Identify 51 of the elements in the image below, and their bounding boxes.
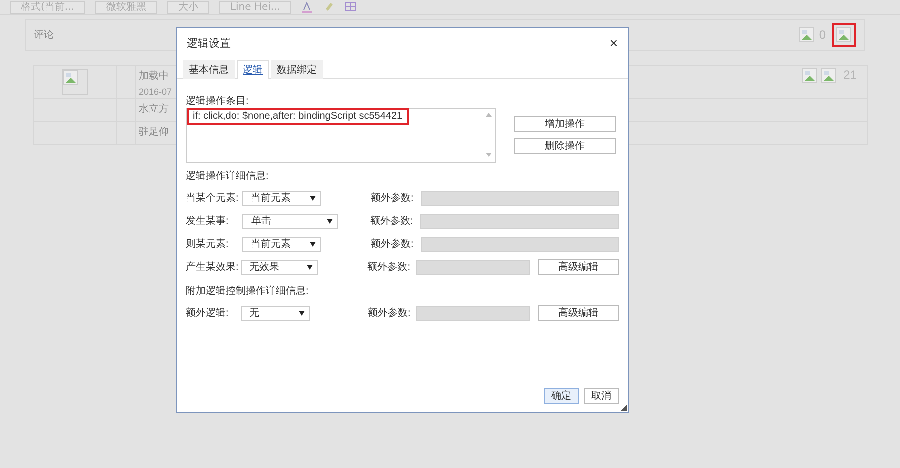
feed-date: 2016-07 [139,87,172,97]
entry-action-button[interactable]: 删除操作 [514,138,616,154]
dialog-title: 逻辑设置 [187,36,232,50]
field-label: 当某个元素: [186,192,240,205]
caret-icon [310,196,316,200]
advanced-edit-button[interactable]: 高级编辑 [538,305,619,321]
field-label: 则某元素: [186,238,230,251]
feed-title: 水立方 [139,102,169,116]
highlighter-icon[interactable] [323,1,336,13]
caret-icon [327,218,334,224]
image-icon-frame[interactable] [832,23,856,47]
caret-icon [310,242,316,246]
section-label: 附加逻辑控制操作详细信息: [186,286,309,297]
broken-image-icon [799,27,816,43]
field-label: 额外参数: [371,238,415,251]
dropdown[interactable]: 当前元素 [242,190,321,206]
field-label: 产生某效果: [186,260,240,274]
dropdown[interactable]: 当前元素 [242,236,321,252]
dropdown[interactable]: 无效果 [240,260,318,274]
entries-listbox[interactable]: if: click,do: $none,after: bindingScript sc554421 [186,108,496,163]
list-entry[interactable]: if: click,do: $none,after: bindingScript sc554421 [187,108,409,125]
field-label: 额外逻辑: [186,306,230,320]
section-label: 逻辑操作条目: [186,94,250,108]
dialog-button[interactable]: 确定 [544,388,579,404]
dialog-button[interactable]: 取消 [584,388,619,404]
tab[interactable]: 数据绑定 [271,60,323,79]
field-label: 额外参数: [368,260,412,274]
font-color-icon[interactable] [301,1,314,13]
section-label: 逻辑操作详细信息: [186,171,269,182]
caret-icon [306,264,313,270]
feed-title: 驻足仰 [139,126,169,139]
field-label: 额外参数: [371,192,415,205]
broken-image-icon [802,68,818,84]
tab[interactable]: 基本信息 [183,60,235,79]
broken-image-icon [836,27,852,43]
dropdown[interactable]: 单击 [242,214,338,228]
broken-image-icon [820,68,837,84]
close-button[interactable]: × [610,35,618,51]
advanced-edit-button[interactable]: 高级编辑 [538,259,619,275]
table-icon[interactable] [345,1,358,13]
feed-title: 加载中 [139,70,169,83]
field-label: 额外参数: [368,306,412,320]
scrollbar-icon [484,111,494,159]
caret-icon [299,310,306,316]
tab[interactable]: 逻辑 [237,60,269,79]
dropdown[interactable]: 无 [240,306,310,320]
field-label: 发生某事: [186,214,230,228]
comment-label: 评论 [34,29,54,42]
field-label: 额外参数: [370,214,414,228]
entry-action-button[interactable]: 增加操作 [514,116,616,132]
resize-grip-icon[interactable] [621,405,627,411]
